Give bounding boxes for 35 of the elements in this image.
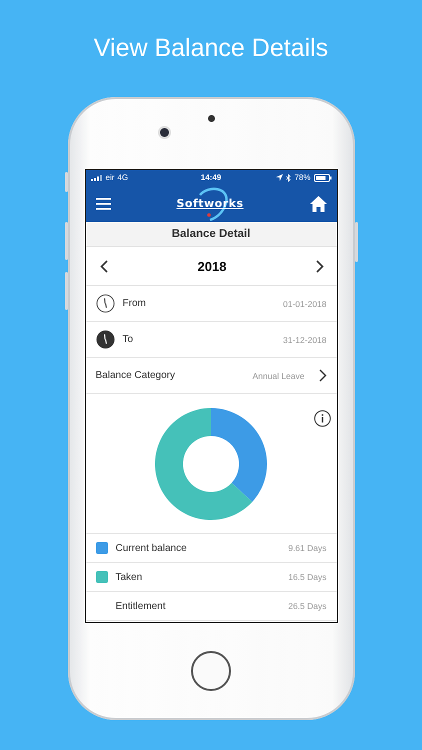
camera-icon <box>160 128 168 137</box>
clock-icon <box>96 330 114 349</box>
battery-icon <box>314 174 332 182</box>
home-button[interactable] <box>191 651 231 691</box>
legend-label: Entitlement <box>116 600 167 612</box>
date-label: From <box>122 298 147 309</box>
carrier-name: eir <box>106 173 114 182</box>
date-value[interactable]: 01-01-2018 <box>283 298 326 308</box>
category-value[interactable]: Annual Leave <box>252 370 304 380</box>
status-time: 14:49 <box>200 173 222 182</box>
speaker-icon <box>208 115 214 122</box>
bluetooth-icon <box>286 174 292 182</box>
year-label: 2018 <box>198 258 226 274</box>
next-chevron-icon[interactable] <box>316 260 324 272</box>
screen-title: Balance Detail <box>86 222 336 247</box>
location-icon <box>276 174 284 181</box>
logo-text: Softworks <box>176 197 244 210</box>
menu-icon[interactable] <box>96 198 110 210</box>
network-type: 4G <box>117 173 128 182</box>
previous-chevron-icon[interactable] <box>100 260 108 272</box>
chevron-right-icon[interactable] <box>318 369 326 382</box>
signal-icon <box>90 174 102 180</box>
legend-value: 16.5 Days <box>288 572 326 582</box>
legend-label: Taken <box>116 572 144 582</box>
headline: View Balance Details <box>94 33 328 64</box>
home-icon[interactable] <box>310 196 326 212</box>
clock-icon <box>96 294 114 313</box>
legend-value: 9.61 Days <box>288 543 326 553</box>
category-label: Balance Category <box>96 370 176 381</box>
date-label: To <box>122 334 134 345</box>
battery-percent: 78% <box>294 173 310 182</box>
legend-label: Current balance <box>116 542 188 554</box>
info-icon[interactable] <box>314 410 330 427</box>
date-value[interactable]: 31-12-2018 <box>283 334 326 344</box>
legend-value: 26.5 Days <box>288 601 326 611</box>
